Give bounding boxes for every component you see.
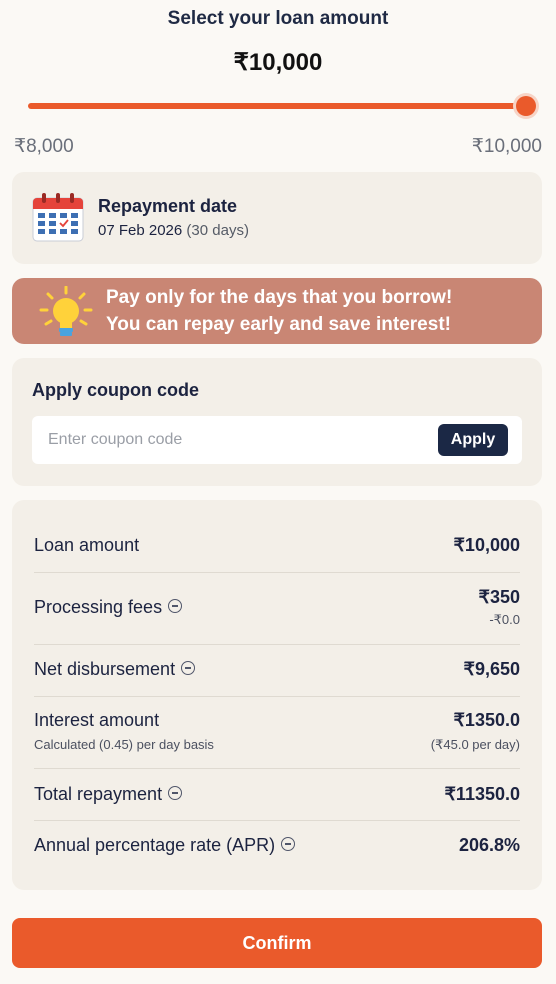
divider [34,768,520,769]
divider [34,572,520,573]
loan-amount-display: ₹10,000 [233,49,323,76]
slider-max-label: ₹10,000 [471,136,542,157]
loan-amount-value: ₹10,000 [453,535,520,555]
net-disbursement-value: ₹9,650 [463,659,521,679]
repayment-date-card: Repayment date 07 Feb 2026 (30 days) [12,172,542,264]
apr-label: Annual percentage rate (APR) [34,835,276,855]
total-repayment-label: Total repayment [34,784,163,804]
repayment-date-value: 07 Feb 2026 (30 days) [98,222,249,239]
apr-value: 206.8% [458,835,520,855]
calendar-icon [32,193,84,242]
loan-amount-label: Loan amount [34,535,140,555]
coupon-input-container: Apply [32,416,522,464]
info-icon[interactable] [168,599,183,614]
processing-fees-discount: -₹0.0 [489,612,520,627]
confirm-button[interactable]: Confirm [12,918,542,968]
coupon-code-input[interactable] [32,416,432,464]
info-icon[interactable] [281,837,296,852]
page-title: Select your loan amount [167,8,389,29]
processing-fees-value: ₹350 [478,587,520,607]
info-icon[interactable] [168,786,183,801]
interest-per-day: (₹45.0 per day) [430,737,520,752]
total-repayment-value: ₹11350.0 [444,784,520,804]
divider [34,820,520,821]
repayment-date: 07 Feb 2026 [98,222,183,239]
net-disbursement-label-wrap: Net disbursement [34,659,196,680]
slider-min-label: ₹8,000 [14,136,74,157]
interest-basis-note: Calculated (0.45) per day basis [34,737,214,752]
processing-fees-label-wrap: Processing fees [34,597,183,618]
loan-amount-slider-track[interactable] [28,103,528,109]
net-disbursement-label: Net disbursement [34,659,176,679]
coupon-card: Apply coupon code Apply [12,358,542,486]
lightbulb-icon [39,286,93,336]
loan-amount-slider-thumb[interactable] [516,96,536,116]
divider [34,696,520,697]
loan-summary-card: Loan amount ₹10,000 Processing fees ₹350… [12,500,542,890]
divider [34,644,520,645]
interest-amount-value: ₹1350.0 [453,710,520,730]
info-banner: Pay only for the days that you borrow! Y… [12,278,542,344]
repayment-date-title: Repayment date [98,196,238,216]
processing-fees-label: Processing fees [34,597,163,617]
interest-amount-label: Interest amount [34,710,160,730]
coupon-title: Apply coupon code [32,380,200,400]
apr-label-wrap: Annual percentage rate (APR) [34,835,296,856]
banner-line-2: You can repay early and save interest! [106,314,451,335]
info-icon[interactable] [181,661,196,676]
apply-coupon-button[interactable]: Apply [438,424,508,456]
total-repayment-label-wrap: Total repayment [34,784,183,805]
repayment-days: (30 days) [186,222,249,239]
banner-line-1: Pay only for the days that you borrow! [106,287,453,308]
